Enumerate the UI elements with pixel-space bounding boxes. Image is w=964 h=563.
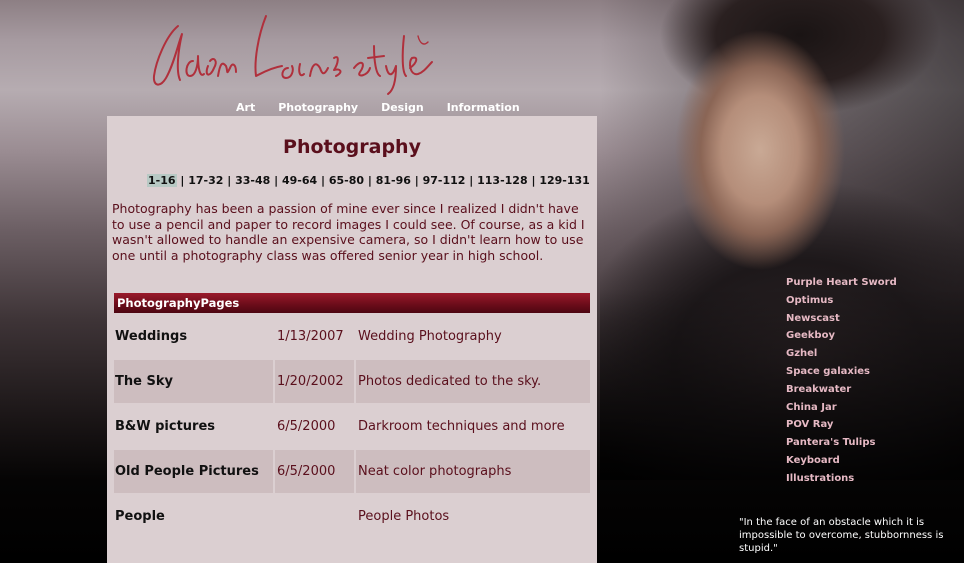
section-header: PhotographyPages (114, 293, 590, 313)
side-link[interactable]: Space galaxies (786, 363, 897, 381)
pager-current: 1-16 (147, 174, 177, 187)
signature-logo-graphic (152, 15, 433, 95)
row-title[interactable]: B&W pictures (114, 405, 273, 448)
site-logo[interactable] (148, 6, 438, 101)
row-description: Wedding Photography (358, 329, 502, 344)
row-description: People Photos (358, 509, 450, 524)
side-link[interactable]: Keyboard (786, 452, 897, 470)
nav-information[interactable]: Information (447, 100, 520, 116)
row-description: Photos dedicated to the sky. (356, 360, 590, 403)
side-link[interactable]: Newscast (786, 310, 897, 328)
row-title[interactable]: Old People Pictures (114, 450, 273, 493)
side-link[interactable]: Illustrations (786, 470, 897, 488)
pager-link[interactable]: 97-112 (423, 174, 466, 187)
pager-link[interactable]: 113-128 (477, 174, 528, 187)
table-row[interactable]: The Sky 1/20/2002 Photos dedicated to th… (114, 360, 590, 403)
content-panel: Photography 1-16 | 17-32 | 33-48 | 49-64… (107, 116, 597, 563)
intro-paragraph: Photography has been a passion of mine e… (112, 201, 585, 263)
row-date: 6/5/2000 (277, 419, 336, 434)
nav-design[interactable]: Design (381, 100, 424, 116)
portrait-photo (600, 0, 964, 480)
top-navigation: Art Photography Design Information (236, 100, 543, 116)
pager-link[interactable]: 17-32 (188, 174, 223, 187)
row-date: 1/20/2002 (275, 360, 354, 403)
pager-link[interactable]: 33-48 (235, 174, 270, 187)
table-row[interactable]: Weddings 1/13/2007 Wedding Photography (114, 315, 590, 358)
side-link[interactable]: Pantera's Tulips (786, 434, 897, 452)
side-link[interactable]: Purple Heart Sword (786, 274, 897, 292)
table-row[interactable]: B&W pictures 6/5/2000 Darkroom technique… (114, 405, 590, 448)
pagination: 1-16 | 17-32 | 33-48 | 49-64 | 65-80 | 8… (147, 174, 590, 187)
nav-photography[interactable]: Photography (278, 100, 358, 116)
quote-text: "In the face of an obstacle which it is … (739, 517, 944, 554)
table-row[interactable]: People People Photos (114, 495, 590, 538)
row-date: 6/5/2000 (275, 450, 354, 493)
side-link[interactable]: Geekboy (786, 327, 897, 345)
pager-link[interactable]: 129-131 (539, 174, 590, 187)
row-date (275, 495, 354, 538)
row-description: Darkroom techniques and more (358, 419, 565, 434)
row-title[interactable]: Weddings (114, 315, 273, 358)
pager-link[interactable]: 81-96 (376, 174, 411, 187)
side-link[interactable]: Breakwater (786, 381, 897, 399)
table-row[interactable]: Old People Pictures 6/5/2000 Neat color … (114, 450, 590, 493)
nav-art[interactable]: Art (236, 100, 255, 116)
side-link[interactable]: China Jar (786, 399, 897, 417)
row-date: 1/13/2007 (277, 329, 344, 344)
row-title[interactable]: People (114, 495, 273, 538)
portrait-shade (600, 0, 964, 480)
side-links: Purple Heart Sword Optimus Newscast Geek… (786, 274, 897, 488)
page-title: Photography (283, 136, 421, 158)
photo-pages-table: Weddings 1/13/2007 Wedding Photography T… (114, 315, 590, 540)
row-description: Neat color photographs (356, 450, 590, 493)
row-title[interactable]: The Sky (114, 360, 273, 403)
side-link[interactable]: Gzhel (786, 345, 897, 363)
pager-link[interactable]: 65-80 (329, 174, 364, 187)
side-link[interactable]: Optimus (786, 292, 897, 310)
pager-link[interactable]: 49-64 (282, 174, 317, 187)
side-link[interactable]: POV Ray (786, 416, 897, 434)
